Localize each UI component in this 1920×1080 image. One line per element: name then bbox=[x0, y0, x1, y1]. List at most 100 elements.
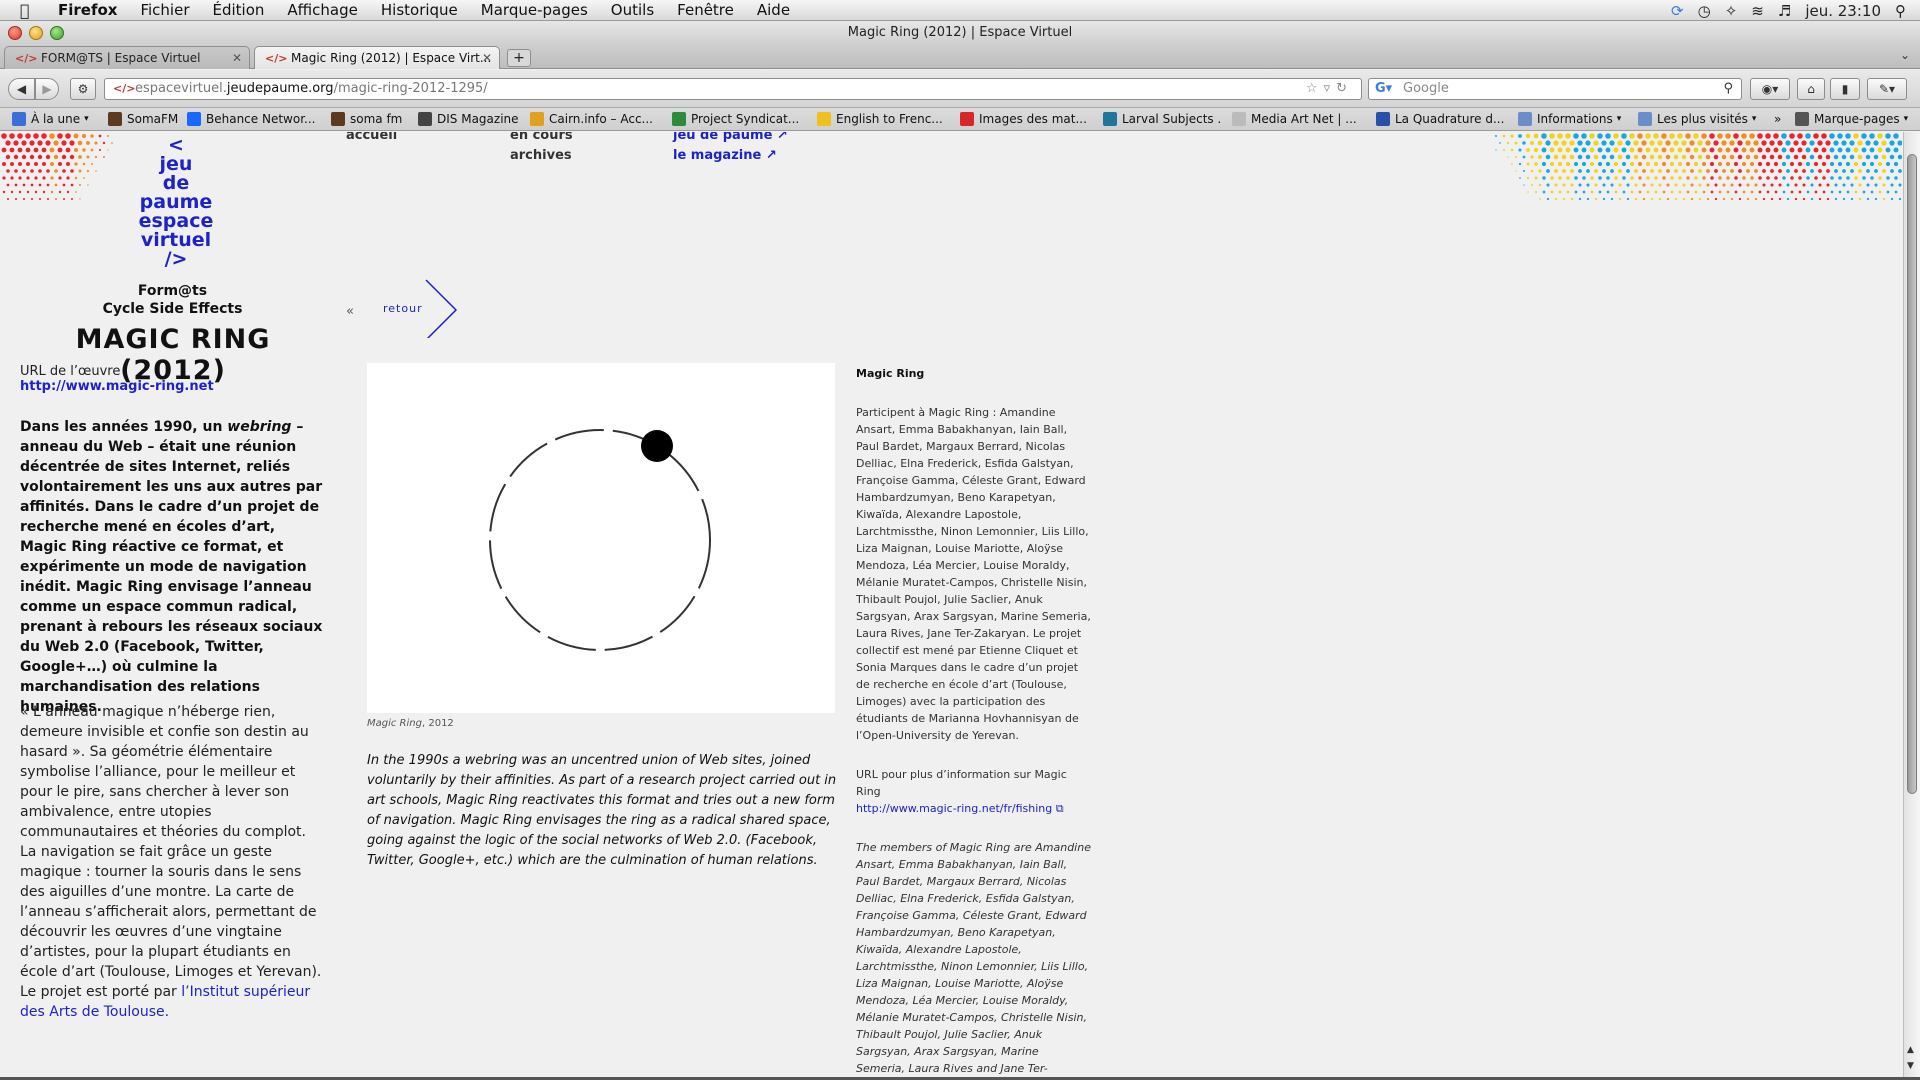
time-machine-icon[interactable]: ◷ bbox=[1698, 2, 1711, 20]
scrollbar-thumb[interactable] bbox=[1907, 154, 1917, 794]
menu-fichier[interactable]: Fichier bbox=[140, 1, 189, 19]
bookmark-favicon-icon bbox=[1232, 112, 1246, 126]
nav-archives[interactable]: archives bbox=[510, 148, 572, 163]
info-url-link[interactable]: http://www.magic-ring.net/fr/fishing ⧉ bbox=[856, 800, 1091, 817]
intro-webring-term: webring bbox=[227, 419, 292, 435]
menu-aide[interactable]: Aide bbox=[757, 1, 790, 19]
dropdown-arrow-icon: ▾ bbox=[1616, 114, 1622, 124]
vertical-scrollbar[interactable]: ▲ ▼ bbox=[1903, 132, 1920, 1077]
url-dropdown-icon[interactable]: ▿ bbox=[1324, 81, 1337, 96]
extension-button[interactable]: ✎▾ bbox=[1867, 78, 1907, 100]
bookmark-item[interactable]: Les plus visités ▾ bbox=[1638, 112, 1756, 126]
bookmark-item[interactable]: Larval Subjects . bbox=[1103, 112, 1221, 126]
menu-fenetre[interactable]: Fenêtre bbox=[677, 1, 734, 19]
bookmark-item[interactable]: Informations ▾ bbox=[1518, 112, 1621, 126]
bookmarks-button[interactable]: ▮ bbox=[1830, 78, 1860, 100]
nav-magazine-link[interactable]: le magazine ↗ bbox=[673, 148, 777, 163]
bookmark-item[interactable]: SomaFM bbox=[108, 112, 178, 126]
bookmarks-menu-button[interactable]: Marque-pages ▾ bbox=[1795, 112, 1908, 126]
nav-en-cours[interactable]: en cours bbox=[510, 132, 573, 143]
close-tab-icon[interactable]: ✕ bbox=[232, 51, 242, 65]
tab-label: FORM@TS | Espace Virtuel bbox=[41, 51, 201, 65]
external-link-icon: ⧉ bbox=[1055, 802, 1064, 815]
intro-part-a: Dans les années 1990, un bbox=[20, 419, 228, 435]
members-text: The members of Magic Ring are Amandine A… bbox=[856, 841, 1091, 1075]
site-logo[interactable]: < jeu de paume espace virtuel/> bbox=[136, 136, 216, 269]
menu-marque-pages[interactable]: Marque-pages bbox=[481, 1, 588, 19]
clock[interactable]: jeu. 23:10 bbox=[1805, 2, 1881, 20]
site-identity-button[interactable]: ⚙ bbox=[70, 78, 96, 100]
nav-jeu-de-paume-link[interactable]: jeu de paume ↗ bbox=[673, 132, 788, 143]
search-bar[interactable]: G▾ Google ⚲ bbox=[1368, 78, 1742, 100]
site-favicon-icon: </> bbox=[265, 51, 288, 65]
bookmark-label: À la une bbox=[31, 112, 81, 126]
bookmark-label: Les plus visités bbox=[1657, 112, 1748, 126]
menu-outils[interactable]: Outils bbox=[611, 1, 654, 19]
spotlight-search-icon[interactable]: ⚲ bbox=[1895, 2, 1906, 20]
reload-icon[interactable]: ↻ bbox=[1336, 81, 1353, 96]
bookmark-item[interactable]: soma fm bbox=[331, 112, 402, 126]
bookmark-item[interactable]: Behance Networ... bbox=[187, 112, 315, 126]
cycle-line-side-effects: Cycle Side Effects bbox=[102, 301, 243, 317]
close-tab-icon[interactable]: ✕ bbox=[482, 51, 492, 65]
addon-button[interactable]: ◉▾ bbox=[1750, 78, 1790, 100]
bookmark-item[interactable]: Media Art Net | ... bbox=[1232, 112, 1357, 126]
bluetooth-icon[interactable]: ✧ bbox=[1725, 2, 1738, 20]
description-paragraph-3: Le projet est porté par l’Institut supér… bbox=[20, 982, 325, 1022]
artwork-image bbox=[367, 363, 835, 713]
search-icon[interactable]: ⚲ bbox=[1723, 79, 1733, 99]
menu-edition[interactable]: Édition bbox=[213, 1, 265, 19]
bookmark-favicon-icon bbox=[108, 112, 122, 126]
window-title: Magic Ring (2012) | Espace Virtuel bbox=[847, 25, 1073, 40]
home-button[interactable]: ⌂ bbox=[1797, 78, 1825, 100]
bookmark-label: Behance Networ... bbox=[206, 112, 316, 126]
tab-formats[interactable]: </> FORM@TS | Espace Virtuel ✕ bbox=[4, 46, 250, 69]
new-tab-button[interactable]: + bbox=[507, 49, 531, 67]
tab-list-chevron-icon[interactable]: ⌄ bbox=[1900, 48, 1910, 62]
bookmark-item[interactable]: Images des mat... bbox=[960, 112, 1087, 126]
work-url-link[interactable]: http://www.magic-ring.net bbox=[20, 379, 214, 394]
intro-text: Dans les années 1990, un webring – annea… bbox=[20, 417, 325, 717]
bookmark-item[interactable]: La Quadrature d... bbox=[1376, 112, 1504, 126]
tab-bar: </> FORM@TS | Espace Virtuel ✕ </> Magic… bbox=[0, 45, 1920, 69]
bookmark-item[interactable]: À la une ▾ bbox=[12, 112, 89, 126]
menu-affichage[interactable]: Affichage bbox=[287, 1, 357, 19]
apple-menu-icon[interactable]:  bbox=[20, 1, 42, 20]
bookmark-favicon-icon bbox=[672, 112, 686, 126]
site-favicon-icon: </> bbox=[113, 82, 136, 95]
bookmark-item[interactable]: DIS Magazine bbox=[418, 112, 519, 126]
back-link[interactable]: « retour bbox=[346, 278, 466, 338]
page-content: < jeu de paume espace virtuel/> accueil en co… bbox=[0, 132, 1903, 1077]
forward-button[interactable]: ▶ bbox=[35, 78, 59, 100]
intro-part-b: – anneau du Web – était une réunion déce… bbox=[20, 419, 323, 715]
scroll-down-icon[interactable]: ▼ bbox=[1907, 1061, 1914, 1071]
url-bar[interactable]: </> espacevirtuel.jeudepaume.org/magic-r… bbox=[104, 78, 1362, 100]
bookmark-item[interactable]: Project Syndicat... bbox=[672, 112, 799, 126]
window-titlebar: Magic Ring (2012) | Espace Virtuel bbox=[0, 21, 1920, 45]
nav-accueil[interactable]: accueil bbox=[346, 132, 397, 143]
bookmark-favicon-icon bbox=[331, 112, 345, 126]
english-text: In the 1990s a webring was an uncentred … bbox=[367, 753, 837, 868]
menu-historique[interactable]: Historique bbox=[381, 1, 458, 19]
bookmark-item[interactable]: English to Frenc... bbox=[817, 112, 943, 126]
google-engine-icon[interactable]: G▾ bbox=[1375, 81, 1393, 97]
bookmark-favicon-icon bbox=[1376, 112, 1390, 126]
back-button[interactable]: ◀ bbox=[8, 78, 35, 100]
bookmark-item[interactable]: Cairn.info – Acc... bbox=[530, 112, 653, 126]
scroll-up-icon[interactable]: ▲ bbox=[1907, 1045, 1914, 1055]
bookmark-favicon-icon bbox=[530, 112, 544, 126]
tab-magic-ring[interactable]: </> Magic Ring (2012) | Espace Virt... ✕ bbox=[254, 46, 500, 69]
folder-icon bbox=[1638, 112, 1652, 126]
bookmark-star-icon[interactable]: ☆ bbox=[1306, 81, 1324, 96]
site-favicon-icon: </> bbox=[15, 51, 38, 65]
volume-icon[interactable]: ♬ bbox=[1778, 2, 1791, 20]
bookmark-label: SomaFM bbox=[127, 112, 179, 126]
sync-icon[interactable]: ⟳ bbox=[1671, 2, 1684, 20]
wifi-icon[interactable]: ≋ bbox=[1751, 2, 1764, 20]
bookmark-label: DIS Magazine bbox=[437, 112, 519, 126]
folder-icon bbox=[12, 112, 26, 126]
bookmarks-overflow-button[interactable]: » bbox=[1774, 112, 1781, 126]
bookmark-favicon-icon bbox=[187, 112, 201, 126]
sidebar-title: Magic Ring bbox=[856, 367, 925, 380]
menu-app[interactable]: Firefox bbox=[58, 1, 117, 19]
